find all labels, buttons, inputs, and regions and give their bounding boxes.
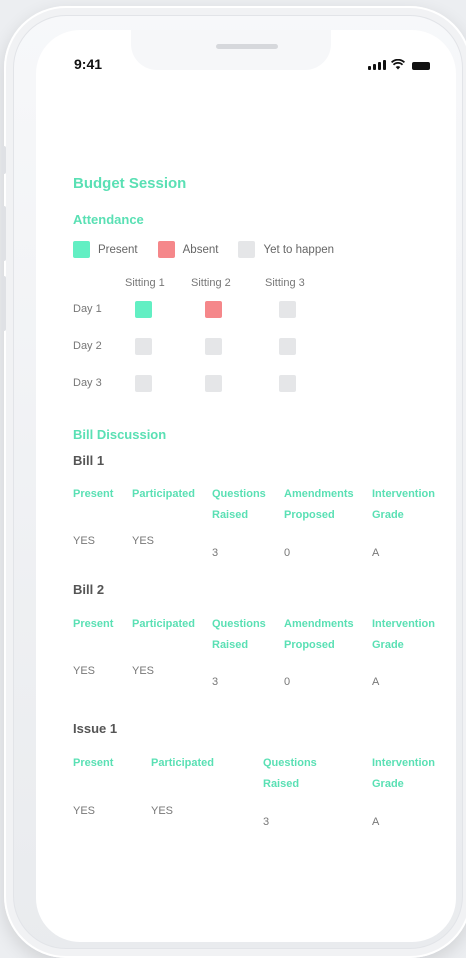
attendance-cell [279, 338, 296, 355]
issue-1-value-present: YES [73, 805, 96, 817]
issue-1-value-participated: YES [151, 805, 174, 817]
attendance-cell [279, 375, 296, 392]
legend-label-present: Present [98, 243, 138, 256]
bill-1-title: Bill 1 [73, 453, 105, 468]
row-label-day-3: Day 3 [73, 377, 102, 389]
bill-1-header-grade: Intervention Grade [372, 488, 435, 521]
attendance-cell [279, 301, 296, 318]
bill-1-value-present: YES [73, 535, 96, 547]
bill-1-header-present: Present [73, 488, 114, 500]
legend-swatch-present [73, 241, 90, 258]
status-icons [368, 59, 430, 70]
legend-label-absent: Absent [182, 243, 219, 256]
side-button [2, 276, 6, 331]
issue-1-value-questions: 3 [263, 816, 270, 828]
bill-2-header-amendments: Amendments Proposed [284, 618, 354, 651]
legend-label-pending: Yet to happen [263, 243, 335, 256]
attendance-cell [205, 338, 222, 355]
issue-1-title: Issue 1 [73, 721, 118, 736]
phone-screen: 9:41 Budget Session Attendance Present A… [36, 30, 456, 942]
column-sitting-1: Sitting 1 [125, 277, 165, 289]
bill-2-header-participated: Participated [132, 618, 195, 630]
attendance-heading: Attendance [73, 212, 144, 227]
bill-1-value-participated: YES [132, 535, 155, 547]
bill-2-value-amendments: 0 [284, 676, 291, 688]
status-time: 9:41 [74, 56, 103, 72]
issue-1-header-grade: Intervention Grade [372, 757, 435, 790]
bill-2-header-grade: Intervention Grade [372, 618, 435, 651]
legend-swatch-absent [157, 241, 175, 258]
bill-1-header-participated: Participated [132, 488, 195, 500]
notch [131, 30, 331, 70]
row-label-day-1: Day 1 [73, 303, 102, 315]
wifi-icon [391, 59, 405, 70]
page-title: Budget Session [73, 175, 187, 192]
column-sitting-2: Sitting 2 [191, 277, 231, 289]
bill-1-header-questions: Questions Raised [212, 488, 266, 521]
issue-1-header-present: Present [73, 757, 114, 769]
issue-1-header-participated: Participated [151, 757, 214, 769]
legend-swatch-pending [238, 241, 256, 258]
bill-1-header-amendments: Amendments Proposed [284, 488, 354, 521]
bill-2-header-questions: Questions Raised [212, 618, 266, 651]
side-button [2, 206, 6, 261]
bill-discussion-heading: Bill Discussion [73, 427, 167, 442]
attendance-cell [135, 338, 152, 355]
attendance-cell [135, 375, 152, 392]
bill-1-value-grade: A [372, 547, 380, 559]
bill-2-value-participated: YES [132, 665, 155, 677]
bill-2-value-present: YES [73, 665, 96, 677]
battery-icon [412, 62, 430, 70]
issue-1-value-grade: A [372, 816, 380, 828]
column-sitting-3: Sitting 3 [265, 277, 305, 289]
attendance-legend: Present Absent Yet to happen [73, 241, 354, 258]
attendance-cell [205, 375, 222, 392]
row-label-day-2: Day 2 [73, 340, 102, 352]
speaker [216, 44, 278, 49]
signal-icon [368, 60, 386, 70]
bill-2-title: Bill 2 [73, 582, 105, 597]
bill-2-value-questions: 3 [212, 676, 219, 688]
bill-1-value-questions: 3 [212, 547, 219, 559]
bill-2-header-present: Present [73, 618, 114, 630]
attendance-cell [205, 301, 222, 318]
issue-1-header-questions: Questions Raised [263, 757, 317, 790]
side-button [2, 146, 6, 174]
attendance-cell [135, 301, 152, 318]
bill-1-value-amendments: 0 [284, 547, 291, 559]
bill-2-value-grade: A [372, 676, 380, 688]
phone-frame: 9:41 Budget Session Attendance Present A… [2, 6, 466, 958]
